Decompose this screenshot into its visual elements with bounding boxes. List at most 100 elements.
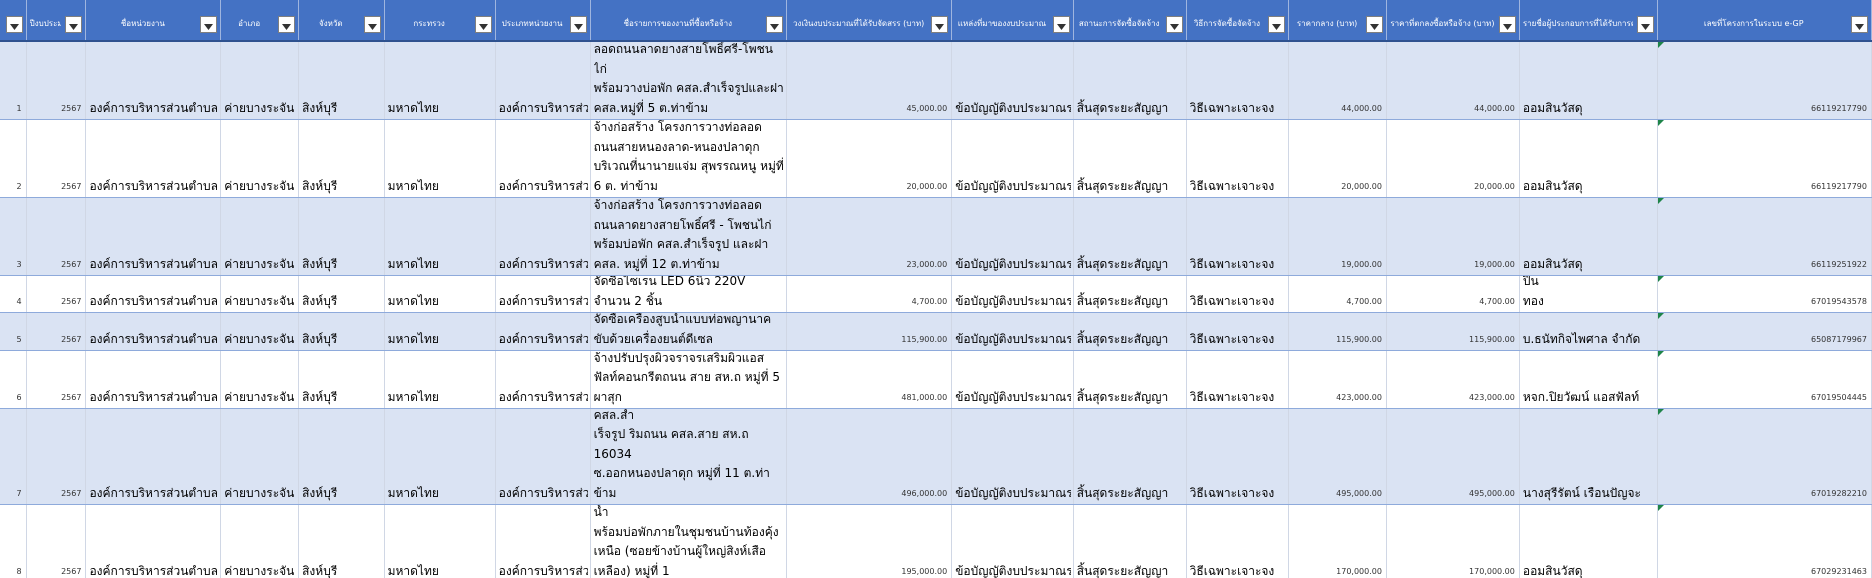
cell-method[interactable]: วิธีเฉพาะเจาะจง [1187,198,1290,275]
cell-agency_type[interactable]: องค์การบริหารส่วนตำบล [496,42,591,119]
filter-dropdown-button[interactable] [363,16,381,33]
filter-dropdown-button[interactable] [1636,16,1654,33]
cell-vendor[interactable]: ออมสินวัสดุ [1520,198,1658,275]
cell-ministry[interactable]: มหาดไทย [385,505,496,578]
column-header-median_price[interactable]: ราคากลาง (บาท) [1289,0,1387,40]
cell-budget[interactable]: 20,000.00 [787,120,953,197]
filter-dropdown-button[interactable] [278,16,296,33]
cell-district[interactable]: ค่ายบางระจัน [221,351,300,408]
cell-index[interactable]: 2 [0,120,27,197]
column-header-district[interactable]: อำเภอ [221,0,300,40]
cell-agency[interactable]: องค์การบริหารส่วนตำบลท่าข้าม [86,313,222,350]
column-header-index[interactable] [0,0,27,40]
cell-year[interactable]: 2567 [27,276,87,312]
cell-vendor[interactable]: หจก.ปิยวัฒน์ แอสฟัลท์ [1520,351,1658,408]
cell-ministry[interactable]: มหาดไทย [385,198,496,275]
cell-project[interactable]: จ้างก่อสร้าง โครงการวางท่อระบายน้ำพร้อมบ… [591,505,788,578]
cell-budget[interactable]: 4,700.00 [787,276,953,312]
filter-dropdown-button[interactable] [65,16,83,33]
cell-budget[interactable]: 115,900.00 [787,313,953,350]
filter-dropdown-button[interactable] [1052,16,1070,33]
cell-vendor[interactable]: ออมสินวัสดุ [1520,42,1658,119]
cell-median_price[interactable]: 115,900.00 [1289,313,1387,350]
table-row[interactable]: 8 2567 องค์การบริหารส่วนตำบลท่าข้าม ค่ายบาง… [0,505,1872,578]
column-header-agency_type[interactable]: ประเภทหน่วยงาน [496,0,591,40]
cell-project[interactable]: จ้างก่อสร้าง โครงการวางท่อลอด ถนนสายหนองล… [591,120,788,197]
cell-egp_no[interactable]: 66119217790 [1657,42,1872,119]
cell-agency_type[interactable]: องค์การบริหารส่วนตำบล [496,120,591,197]
table-row[interactable]: 6 2567 องค์การบริหารส่วนตำบลท่าข้าม ค่ายบาง… [0,351,1872,409]
cell-egp_no[interactable]: 67019504445 [1657,351,1872,408]
column-header-province[interactable]: จังหวัด [299,0,385,40]
column-header-method[interactable]: วิธีการจัดซื้อจัดจ้าง [1187,0,1290,40]
cell-province[interactable]: สิงห์บุรี [299,120,385,197]
cell-method[interactable]: วิธีเฉพาะเจาะจง [1187,505,1290,578]
filter-dropdown-button[interactable] [200,16,218,33]
cell-vendor[interactable]: บ.ธนัทกิจไพศาล จำกัด [1520,313,1658,350]
column-header-contract_price[interactable]: ราคาที่ตกลงซื้อหรือจ้าง (บาท) [1387,0,1520,40]
cell-status[interactable]: สิ้นสุดระยะสัญญา [1074,198,1187,275]
cell-egp_no[interactable]: 67019543578 [1657,276,1872,312]
cell-district[interactable]: ค่ายบางระจัน [221,198,300,275]
cell-agency[interactable]: องค์การบริหารส่วนตำบลท่าข้าม [86,42,222,119]
cell-agency_type[interactable]: องค์การบริหารส่วนตำบล [496,198,591,275]
cell-project[interactable]: จัดซื้อเครื่องสูบน้ำแบบท่อพญานาค ขับด้วยเ… [591,313,788,350]
cell-contract_price[interactable]: 19,000.00 [1387,198,1520,275]
cell-index[interactable]: 4 [0,276,27,312]
cell-budget[interactable]: 195,000.00 [787,505,953,578]
cell-province[interactable]: สิงห์บุรี [299,351,385,408]
cell-ministry[interactable]: มหาดไทย [385,42,496,119]
column-header-ministry[interactable]: กระทรวง [385,0,496,40]
cell-province[interactable]: สิงห์บุรี [299,409,385,504]
cell-project[interactable]: จ้างก่อสร้าง โครงการวางท่อส่งน้ำบริเวณคู… [591,409,788,504]
filter-dropdown-button[interactable] [931,16,949,33]
cell-source[interactable]: ข้อบัญญัติงบประมาณรายจ่าย [952,198,1074,275]
cell-budget[interactable]: 496,000.00 [787,409,953,504]
cell-ministry[interactable]: มหาดไทย [385,409,496,504]
cell-project[interactable]: จ้างปรับปรุงผิวจราจรเสริมผิวแอส ฟัลท์คอนก… [591,351,788,408]
cell-index[interactable]: 6 [0,351,27,408]
cell-index[interactable]: 3 [0,198,27,275]
cell-vendor[interactable]: NKC โดยนายนครินทร์ ปิ่นทอง [1520,276,1658,312]
cell-year[interactable]: 2567 [27,505,87,578]
filter-dropdown-button[interactable] [1851,16,1868,33]
cell-project[interactable]: จ้างก่อสร้าง โครงการวางท่อระบายน้ำลอดถนน… [591,42,788,119]
cell-status[interactable]: สิ้นสุดระยะสัญญา [1074,505,1187,578]
table-row[interactable]: 3 2567 องค์การบริหารส่วนตำบลท่าข้าม ค่ายบาง… [0,198,1872,276]
cell-contract_price[interactable]: 495,000.00 [1387,409,1520,504]
cell-ministry[interactable]: มหาดไทย [385,351,496,408]
cell-province[interactable]: สิงห์บุรี [299,42,385,119]
cell-contract_price[interactable]: 44,000.00 [1387,42,1520,119]
filter-dropdown-button[interactable] [1365,16,1383,33]
filter-dropdown-button[interactable] [569,16,587,33]
table-row[interactable]: 4 2567 องค์การบริหารส่วนตำบลท่าข้าม ค่ายบาง… [0,276,1872,313]
cell-ministry[interactable]: มหาดไทย [385,313,496,350]
cell-district[interactable]: ค่ายบางระจัน [221,120,300,197]
cell-median_price[interactable]: 4,700.00 [1289,276,1387,312]
filter-dropdown-button[interactable] [474,16,492,33]
cell-district[interactable]: ค่ายบางระจัน [221,409,300,504]
cell-province[interactable]: สิงห์บุรี [299,313,385,350]
table-row[interactable]: 5 2567 องค์การบริหารส่วนตำบลท่าข้าม ค่ายบาง… [0,313,1872,351]
column-header-source[interactable]: แหล่งที่มาของงบประมาณ [952,0,1074,40]
cell-method[interactable]: วิธีเฉพาะเจาะจง [1187,351,1290,408]
cell-index[interactable]: 1 [0,42,27,119]
cell-agency_type[interactable]: องค์การบริหารส่วนตำบล [496,505,591,578]
cell-agency_type[interactable]: องค์การบริหารส่วนตำบล [496,313,591,350]
table-row[interactable]: 2 2567 องค์การบริหารส่วนตำบลท่าข้าม ค่ายบาง… [0,120,1872,198]
cell-source[interactable]: ข้อบัญญัติงบประมาณรายจ่าย [952,276,1074,312]
cell-status[interactable]: สิ้นสุดระยะสัญญา [1074,351,1187,408]
cell-method[interactable]: วิธีเฉพาะเจาะจง [1187,276,1290,312]
cell-status[interactable]: สิ้นสุดระยะสัญญา [1074,313,1187,350]
cell-agency[interactable]: องค์การบริหารส่วนตำบลท่าข้าม [86,276,222,312]
cell-province[interactable]: สิงห์บุรี [299,276,385,312]
cell-agency[interactable]: องค์การบริหารส่วนตำบลท่าข้าม [86,505,222,578]
cell-median_price[interactable]: 44,000.00 [1289,42,1387,119]
cell-agency[interactable]: องค์การบริหารส่วนตำบลท่าข้าม [86,351,222,408]
column-header-budget[interactable]: วงเงินงบประมาณที่ได้รับจัดสรร (บาท) [787,0,953,40]
column-header-egp_no[interactable]: เลขที่โครงการในระบบ e-GP [1658,0,1872,40]
cell-project[interactable]: จ้างก่อสร้าง โครงการวางท่อลอด ถนนลาดยางสา… [591,198,788,275]
table-row[interactable]: 7 2567 องค์การบริหารส่วนตำบลท่าข้าม ค่ายบาง… [0,409,1872,505]
cell-method[interactable]: วิธีเฉพาะเจาะจง [1187,120,1290,197]
cell-egp_no[interactable]: 66119251922 [1657,198,1872,275]
